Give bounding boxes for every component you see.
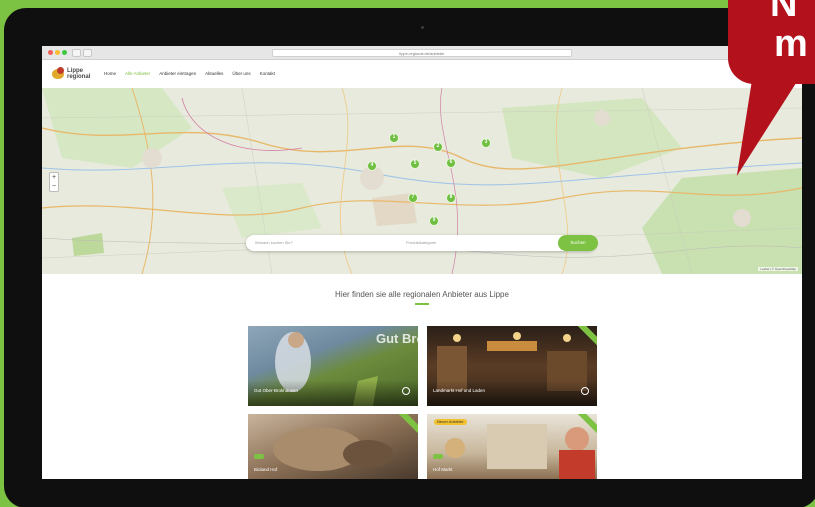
address-bar[interactable]: lippe-regional.de/anbieter bbox=[272, 49, 572, 57]
maximize-window-icon[interactable] bbox=[62, 50, 67, 55]
site-header: Lippe regional Home Alle Anbieter Anbiet… bbox=[42, 60, 802, 88]
card-title: Bioland Hof bbox=[254, 467, 278, 472]
provider-card[interactable]: Gut Brok Gut Ober-Brokhausen bbox=[248, 326, 418, 406]
zoom-control: + − bbox=[49, 172, 59, 192]
card-title: Landmarkt Hof und Laden bbox=[433, 388, 486, 393]
main-nav: Home Alle Anbieter Anbieter eintragen Ak… bbox=[104, 71, 275, 77]
map-search-panel: Wonach suchen Sie? Produktkategorie Such… bbox=[246, 235, 598, 251]
favorite-icon[interactable] bbox=[402, 387, 410, 395]
callout-text-line1: N bbox=[770, 0, 798, 25]
map-attribution[interactable]: Leaflet | © OpenStreetMap bbox=[758, 267, 798, 271]
map-view[interactable]: + − 1 2 3 4 5 6 7 8 9 Wonach suchen Sie?… bbox=[42, 88, 802, 274]
callout-text-line2: m bbox=[774, 23, 808, 65]
site-logo[interactable]: Lippe regional bbox=[52, 66, 92, 82]
nav-item-home[interactable]: Home bbox=[104, 71, 116, 77]
forward-button[interactable] bbox=[83, 49, 92, 57]
keyword-search-input[interactable]: Wonach suchen Sie? bbox=[255, 240, 293, 246]
heading-underline bbox=[415, 303, 429, 305]
close-window-icon[interactable] bbox=[48, 50, 53, 55]
nav-item-aktuelles[interactable]: Aktuelles bbox=[205, 71, 223, 77]
nav-item-alle-anbieter[interactable]: Alle Anbieter bbox=[125, 71, 150, 77]
logo-text: Lippe regional bbox=[67, 68, 91, 80]
nav-item-ueber-uns[interactable]: Über uns bbox=[232, 71, 250, 77]
card-badge: Neuer Anbieter bbox=[434, 419, 467, 425]
zoom-out-button[interactable]: − bbox=[50, 182, 58, 191]
callout-bubble: N m bbox=[728, 0, 815, 84]
provider-card[interactable]: Neuer Anbieter Hof Markt bbox=[427, 414, 597, 479]
map-marker[interactable]: 4 bbox=[367, 161, 377, 171]
category-select[interactable]: Produktkategorie bbox=[406, 240, 436, 246]
back-button[interactable] bbox=[72, 49, 81, 57]
monitor-frame: lippe-regional.de/anbieter Lippe regiona… bbox=[4, 8, 815, 507]
provider-card[interactable]: Bioland Hof bbox=[248, 414, 418, 479]
card-overlay-text: Gut Brok bbox=[376, 331, 418, 346]
nav-item-kontakt[interactable]: Kontakt bbox=[260, 71, 275, 77]
minimize-window-icon[interactable] bbox=[55, 50, 60, 55]
map-marker[interactable]: 6 bbox=[446, 158, 456, 168]
camera-dot bbox=[421, 26, 424, 29]
browser-toolbar: lippe-regional.de/anbieter bbox=[42, 46, 802, 60]
map-marker[interactable]: 2 bbox=[433, 142, 443, 152]
card-badge bbox=[254, 454, 264, 459]
provider-card[interactable]: Landmarkt Hof und Laden bbox=[427, 326, 597, 406]
map-marker[interactable]: 7 bbox=[408, 193, 418, 203]
nav-item-anbieter-eintragen[interactable]: Anbieter eintragen bbox=[159, 71, 196, 77]
map-marker[interactable]: 8 bbox=[446, 193, 456, 203]
card-title: Gut Ober-Brokhausen bbox=[254, 388, 299, 393]
logo-dot-icon bbox=[57, 67, 64, 74]
map-marker[interactable]: 1 bbox=[389, 133, 399, 143]
apple-logo-icon bbox=[417, 487, 431, 503]
browser-screen: lippe-regional.de/anbieter Lippe regiona… bbox=[42, 46, 802, 479]
card-badge-green bbox=[433, 454, 443, 459]
map-marker[interactable]: 3 bbox=[481, 138, 491, 148]
page-heading: Hier finden sie alle regionalen Anbieter… bbox=[335, 290, 509, 299]
map-marker[interactable]: 5 bbox=[410, 159, 420, 169]
card-title: Hof Markt bbox=[433, 467, 453, 472]
search-button[interactable]: Suchen bbox=[558, 235, 598, 251]
map-marker[interactable]: 9 bbox=[429, 216, 439, 226]
favorite-icon[interactable] bbox=[581, 387, 589, 395]
zoom-in-button[interactable]: + bbox=[50, 173, 58, 182]
